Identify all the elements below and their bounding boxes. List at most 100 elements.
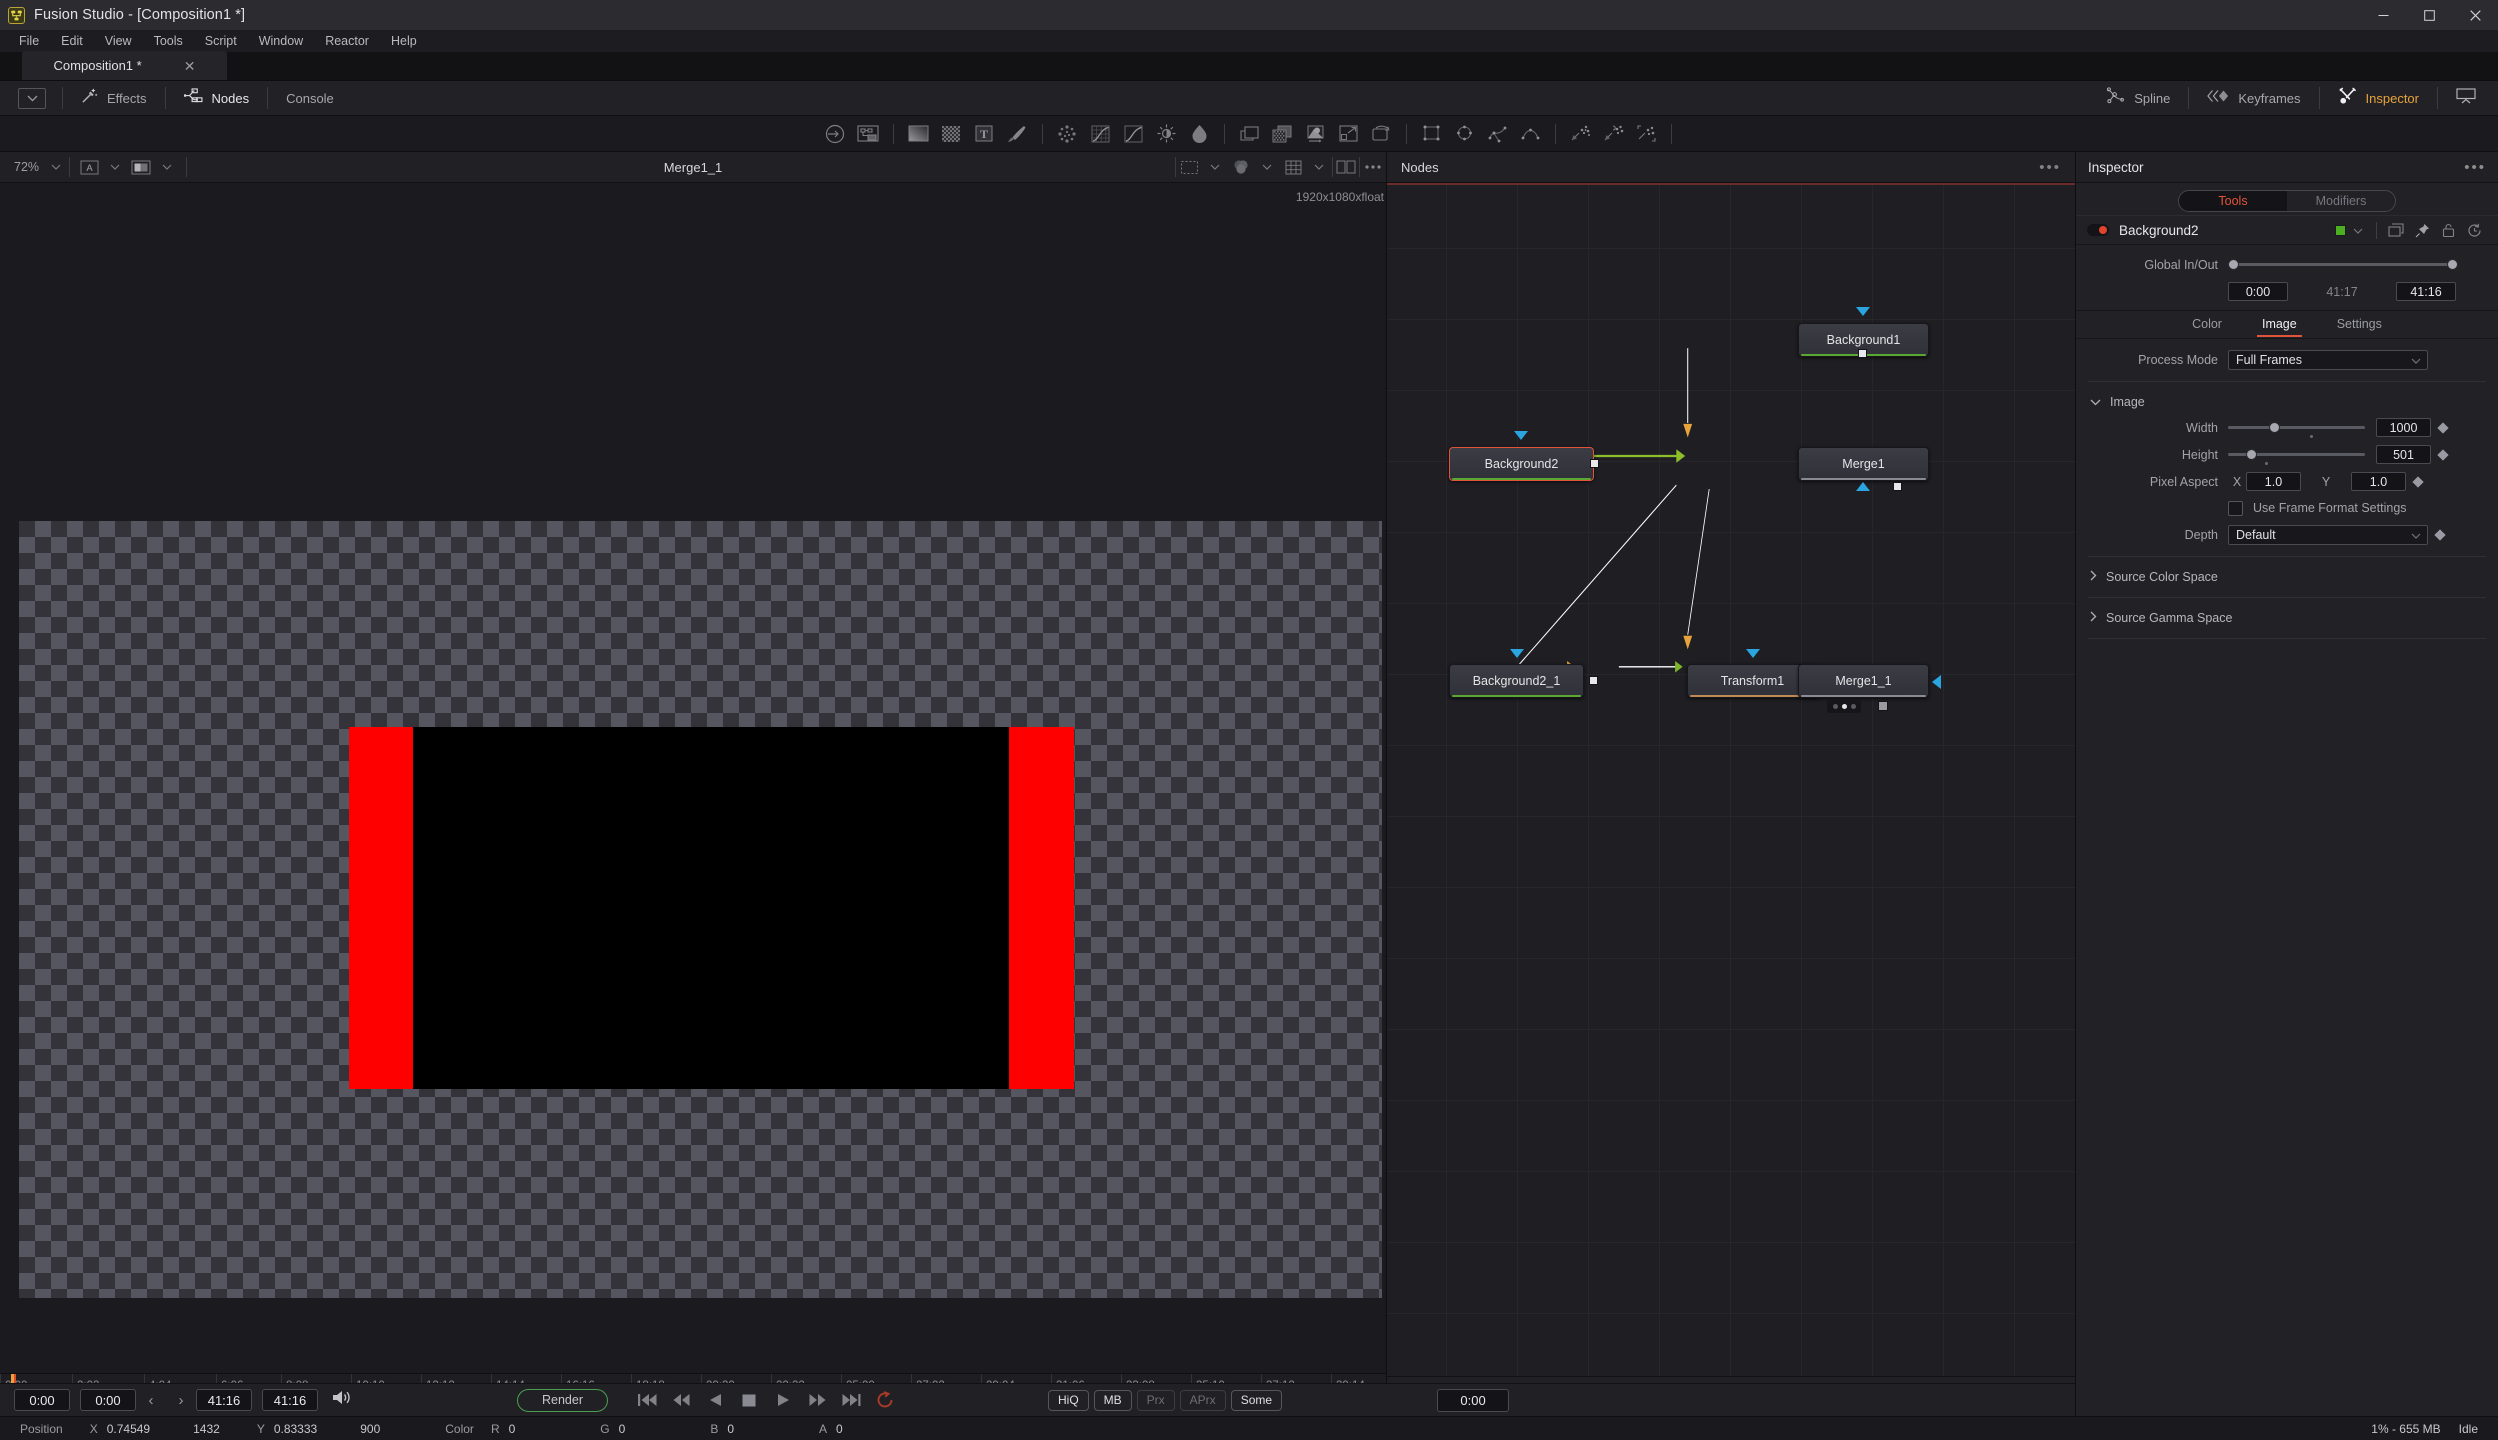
node-background2_1-output[interactable]	[1589, 676, 1598, 685]
inspector-subtab-settings[interactable]: Settings	[2335, 312, 2384, 337]
chevron-down-icon[interactable]	[18, 87, 46, 109]
close-button[interactable]	[2452, 0, 2498, 30]
image-group-header[interactable]: Image	[2076, 390, 2498, 414]
saver-icon[interactable]	[852, 119, 885, 149]
play-icon[interactable]	[770, 1388, 796, 1412]
menu-script[interactable]: Script	[194, 31, 248, 51]
text-icon[interactable]: T	[968, 119, 1001, 149]
node-enable-toggle[interactable]	[2087, 224, 2109, 236]
lut-icon[interactable]	[1228, 156, 1254, 178]
first-frame-icon[interactable]	[634, 1388, 660, 1412]
toolbar-spline-button[interactable]: Spline	[2092, 85, 2184, 111]
toolbar-effects-button[interactable]: Effects	[67, 85, 161, 111]
node-background1-output[interactable]	[1858, 349, 1867, 358]
toolbar-console-button[interactable]: Console	[272, 85, 348, 111]
colorcurves-icon[interactable]	[1117, 119, 1150, 149]
global-out-value[interactable]: 41:16	[2396, 282, 2456, 301]
pin-icon[interactable]	[2409, 219, 2435, 241]
view-dot-center[interactable]	[1841, 704, 1847, 709]
inspector-options-icon[interactable]: •••	[2464, 159, 2486, 176]
height-slider-knob[interactable]	[2245, 449, 2257, 460]
polygon-mask-icon[interactable]	[1514, 119, 1547, 149]
rectangle-mask-icon[interactable]	[1415, 119, 1448, 149]
menu-window[interactable]: Window	[248, 31, 314, 51]
chevron-down-icon[interactable]	[154, 156, 180, 178]
menu-tools[interactable]: Tools	[143, 31, 194, 51]
fastnoise-icon[interactable]	[935, 119, 968, 149]
node-merge1[interactable]: Merge1	[1798, 447, 1929, 481]
node-background1-input-arrow[interactable]	[1856, 307, 1870, 316]
play-reverse-icon[interactable]	[702, 1388, 728, 1412]
inspector-subtab-image[interactable]: Image	[2256, 312, 2302, 337]
quality-mb-button[interactable]: MB	[1093, 1389, 1132, 1411]
grid-icon[interactable]	[1280, 156, 1306, 178]
node-background2_1[interactable]: Background2_1	[1449, 664, 1584, 698]
quality-prx-button[interactable]: Prx	[1136, 1389, 1175, 1411]
tab-composition1[interactable]: Composition1 * ✕	[22, 51, 227, 80]
transport-time-display[interactable]: 0:00	[1437, 1388, 1510, 1412]
node-background2_1-input-arrow[interactable]	[1510, 649, 1524, 658]
ellipse-mask-icon[interactable]	[1448, 119, 1481, 149]
reset-icon[interactable]	[2461, 219, 2487, 241]
depth-dropdown[interactable]: Default	[2228, 524, 2428, 545]
viewer-buffer-a-button[interactable]: A	[76, 156, 102, 178]
fast-forward-icon[interactable]	[804, 1388, 830, 1412]
quality-hiq-button[interactable]: HiQ	[1048, 1389, 1089, 1411]
process-mode-dropdown[interactable]: Full Frames	[2228, 350, 2428, 370]
chevron-down-icon[interactable]	[1306, 156, 1332, 178]
toolbar-layout-button[interactable]	[2442, 85, 2490, 111]
menu-help[interactable]: Help	[380, 31, 428, 51]
roi-icon[interactable]	[1176, 156, 1202, 178]
chevron-down-icon[interactable]	[1254, 156, 1280, 178]
nodes-options-icon[interactable]: •••	[2039, 159, 2061, 176]
toolbar-nodes-button[interactable]: Nodes	[170, 85, 264, 111]
bspline-mask-icon[interactable]	[1481, 119, 1514, 149]
loop-icon[interactable]	[872, 1388, 898, 1412]
depth-keyframe-button[interactable]	[2428, 528, 2452, 541]
chevron-down-icon[interactable]	[102, 156, 128, 178]
quality-some-button[interactable]: Some	[1230, 1389, 1283, 1411]
node-merge1_1-output[interactable]	[1878, 701, 1888, 711]
height-slider[interactable]	[2228, 447, 2365, 465]
resize-icon[interactable]	[1332, 119, 1365, 149]
chevron-down-icon[interactable]	[43, 156, 69, 178]
stop-icon[interactable]	[736, 1388, 762, 1412]
inspector-subtab-color[interactable]: Color	[2190, 312, 2224, 337]
render-button[interactable]: Render	[517, 1388, 608, 1412]
chevron-down-icon[interactable]	[2346, 221, 2370, 239]
menu-view[interactable]: View	[94, 31, 143, 51]
maximize-button[interactable]	[2406, 0, 2452, 30]
fast-reverse-icon[interactable]	[668, 1388, 694, 1412]
width-slider-knob[interactable]	[2269, 422, 2281, 433]
close-icon[interactable]: ✕	[184, 59, 196, 73]
node-merge1_1[interactable]: Merge1_1	[1798, 664, 1929, 698]
node-merge1_1-mask-arrow[interactable]	[1932, 675, 1941, 689]
blur-icon[interactable]	[1051, 119, 1084, 149]
matte-control-icon[interactable]	[1299, 119, 1332, 149]
loader-icon[interactable]	[819, 119, 852, 149]
width-keyframe-button[interactable]	[2431, 421, 2455, 434]
global-in-knob[interactable]	[2228, 259, 2239, 270]
menu-edit[interactable]: Edit	[50, 31, 94, 51]
colorcorrector-icon[interactable]	[1084, 119, 1117, 149]
node-merge1_1-view-dots[interactable]	[1827, 700, 1861, 713]
source-color-space-header[interactable]: Source Color Space	[2076, 565, 2498, 589]
view-dot-right[interactable]	[1850, 704, 1856, 709]
viewer-canvas[interactable]: 1920x1080xfloat	[0, 183, 1386, 1373]
inspector-tab-tools[interactable]: Tools	[2179, 190, 2287, 211]
particle-emitter-icon[interactable]	[1564, 119, 1597, 149]
width-value[interactable]: 1000	[2376, 418, 2431, 437]
menu-file[interactable]: File	[8, 31, 50, 51]
width-slider[interactable]	[2228, 420, 2365, 438]
pixel-aspect-keyframe-button[interactable]	[2406, 475, 2430, 488]
global-out-knob[interactable]	[2447, 259, 2458, 270]
background-icon[interactable]	[902, 119, 935, 149]
particle-render-icon[interactable]	[1630, 119, 1663, 149]
duplicate-icon[interactable]	[2383, 219, 2409, 241]
height-keyframe-button[interactable]	[2431, 448, 2455, 461]
node-background2-input-arrow[interactable]	[1514, 431, 1528, 440]
channel-view-icon[interactable]	[128, 156, 154, 178]
split-view-icon[interactable]	[1333, 156, 1359, 178]
source-gamma-space-header[interactable]: Source Gamma Space	[2076, 606, 2498, 630]
chevron-down-icon[interactable]	[1202, 156, 1228, 178]
